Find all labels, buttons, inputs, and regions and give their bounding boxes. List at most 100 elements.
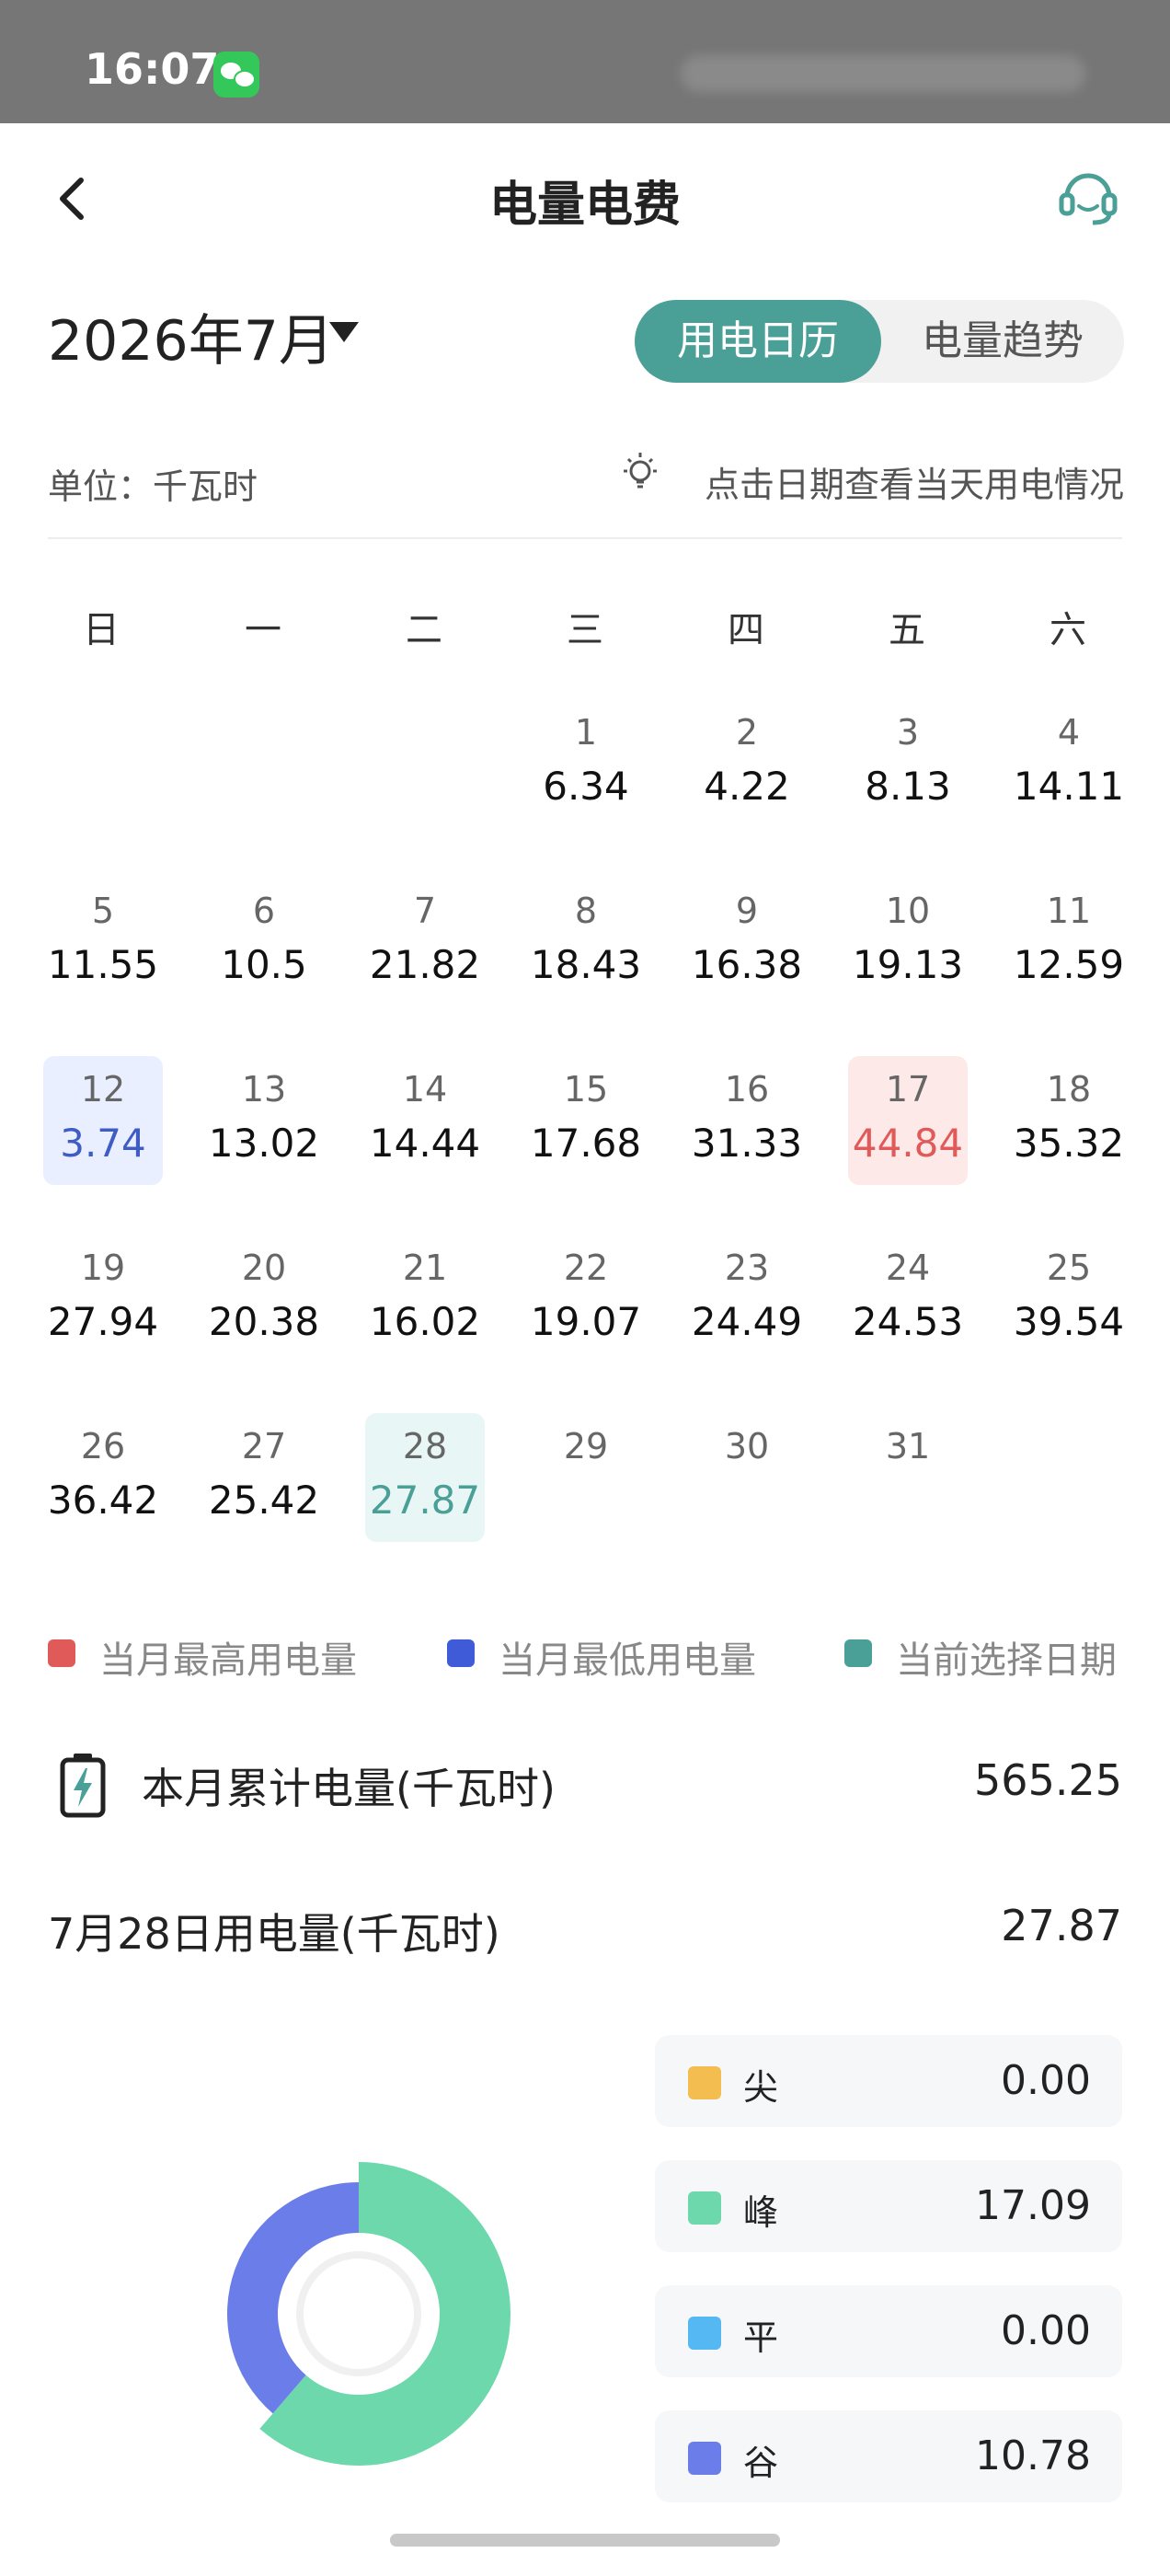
- calendar-day-value: 21.82: [369, 942, 481, 987]
- lightbulb-icon: [624, 453, 657, 489]
- calendar-day-value: 16.38: [691, 942, 803, 987]
- calendar-day-value: 39.54: [1013, 1299, 1125, 1344]
- calendar-day-value: 6.34: [543, 764, 629, 809]
- calendar-day[interactable]: 10 19.13: [848, 878, 968, 1006]
- calendar-day-value: 17.68: [530, 1121, 642, 1166]
- breakdown-name: 峰: [743, 2192, 779, 2233]
- calendar-day[interactable]: 20 20.38: [204, 1235, 324, 1363]
- weekday-tue: 二: [406, 609, 442, 651]
- calendar-day-number: 5: [91, 891, 115, 931]
- calendar-day-value: 31.33: [691, 1121, 803, 1166]
- calendar-day[interactable]: 24 24.53: [848, 1235, 968, 1363]
- calendar-day[interactable]: 2 4.22: [687, 699, 807, 828]
- breakdown-value: 10.78: [975, 2432, 1091, 2479]
- calendar-day-number: 28: [402, 1426, 448, 1466]
- calendar-day-number: 17: [885, 1069, 931, 1110]
- calendar-day-value: 24.53: [852, 1299, 964, 1344]
- calendar-day[interactable]: 5 11.55: [43, 878, 163, 1006]
- tab-calendar[interactable]: 用电日历: [635, 300, 881, 383]
- calendar-day-number: 7: [413, 891, 437, 931]
- selected-day-row: 7月28日用电量(千瓦时) 27.87: [48, 1897, 1122, 1961]
- calendar-day[interactable]: 27 25.42: [204, 1413, 324, 1542]
- calendar-day[interactable]: 30: [687, 1413, 807, 1542]
- weekday-thu: 四: [728, 609, 764, 651]
- status-blurred-area: [681, 55, 1085, 92]
- calendar-day-number: 15: [563, 1069, 609, 1110]
- calendar-day-number: 9: [735, 891, 759, 931]
- calendar-day[interactable]: 21 16.02: [365, 1235, 485, 1363]
- calendar-day-number: 29: [563, 1426, 609, 1466]
- selected-day-label: 7月28日用电量(千瓦时): [48, 1909, 500, 1959]
- calendar-day[interactable]: 11 12.59: [1009, 878, 1129, 1006]
- calendar-day-number: 20: [241, 1248, 287, 1288]
- battery-charging-icon: [60, 1754, 106, 1818]
- breakdown-value: 0.00: [1001, 2057, 1091, 2104]
- calendar-day-value: 27.94: [47, 1299, 159, 1344]
- calendar-day-value: 19.07: [530, 1299, 642, 1344]
- calendar-day-number: 1: [574, 712, 598, 753]
- calendar-day[interactable]: 26 36.42: [43, 1413, 163, 1542]
- calendar-day-number: 24: [885, 1248, 931, 1288]
- monthly-total-label: 本月累计电量(千瓦时): [142, 1764, 556, 1813]
- calendar-day[interactable]: 7 21.82: [365, 878, 485, 1006]
- wechat-icon: [213, 52, 259, 98]
- page-title: 电量电费: [488, 178, 681, 233]
- calendar-day[interactable]: 9 16.38: [687, 878, 807, 1006]
- headset-icon[interactable]: [1056, 164, 1120, 228]
- calendar-day-value: 3.74: [60, 1121, 146, 1166]
- calendar-day[interactable]: 19 27.94: [43, 1235, 163, 1363]
- donut-center: [296, 2251, 421, 2376]
- calendar-day[interactable]: 31: [848, 1413, 968, 1542]
- breakdown-item-valley: 谷 10.78: [655, 2410, 1122, 2502]
- calendar-day-number: 14: [402, 1069, 448, 1110]
- calendar-day-number: 31: [885, 1426, 931, 1466]
- calendar-day-number: 25: [1046, 1248, 1092, 1288]
- calendar-day[interactable]: 16 31.33: [687, 1056, 807, 1185]
- calendar-day[interactable]: 23 24.49: [687, 1235, 807, 1363]
- calendar-day-number: 3: [896, 712, 920, 753]
- calendar-day-value: 27.87: [369, 1478, 481, 1523]
- breakdown-swatch: [688, 2317, 721, 2350]
- legend-low-swatch: [447, 1639, 475, 1667]
- calendar-day-value: 36.42: [47, 1478, 159, 1523]
- calendar-day-number: 10: [885, 891, 931, 931]
- status-bar: 16:07: [0, 0, 1170, 123]
- calendar-day-value: 14.11: [1013, 764, 1125, 809]
- calendar-day[interactable]: 22 19.07: [526, 1235, 646, 1363]
- caret-down-icon[interactable]: [329, 322, 359, 342]
- breakdown-name: 谷: [743, 2443, 779, 2483]
- hint-text: 点击日期查看当天用电情况: [704, 465, 1124, 505]
- calendar-day[interactable]: 14 14.44: [365, 1056, 485, 1185]
- calendar-day-number: 4: [1057, 712, 1081, 753]
- calendar-day[interactable]: 25 39.54: [1009, 1235, 1129, 1363]
- monthly-total-row: 本月累计电量(千瓦时) 565.25: [48, 1752, 1122, 1818]
- calendar-day[interactable]: 4 14.11: [1009, 699, 1129, 828]
- calendar-day[interactable]: 18 35.32: [1009, 1056, 1129, 1185]
- breakdown-item-peak-sharp: 尖 0.00: [655, 2035, 1122, 2127]
- calendar-day[interactable]: 28 27.87: [365, 1413, 485, 1542]
- calendar-day[interactable]: 15 17.68: [526, 1056, 646, 1185]
- calendar-day-number: 8: [574, 891, 598, 931]
- legend-low-label: 当月最低用电量: [499, 1639, 756, 1682]
- calendar-day-number: 21: [402, 1248, 448, 1288]
- calendar-day[interactable]: 6 10.5: [204, 878, 324, 1006]
- home-indicator[interactable]: [390, 2534, 780, 2547]
- calendar-day[interactable]: 12 3.74: [43, 1056, 163, 1185]
- month-selector[interactable]: 2026年7月: [48, 296, 334, 376]
- calendar-day[interactable]: 13 13.02: [204, 1056, 324, 1185]
- legend-high-label: 当月最高用电量: [99, 1639, 357, 1682]
- calendar-day-value: 16.02: [369, 1299, 481, 1344]
- calendar-day[interactable]: 17 44.84: [848, 1056, 968, 1185]
- calendar-day-number: 22: [563, 1248, 609, 1288]
- calendar-day[interactable]: 1 6.34: [526, 699, 646, 828]
- calendar-day[interactable]: 3 8.13: [848, 699, 968, 828]
- calendar-day-value: 14.44: [369, 1121, 481, 1166]
- usage-donut-chart: [227, 2162, 510, 2466]
- calendar-day[interactable]: 8 18.43: [526, 878, 646, 1006]
- weekday-fri: 五: [889, 609, 925, 651]
- breakdown-name: 平: [743, 2317, 779, 2358]
- calendar-day-number: 23: [724, 1248, 770, 1288]
- tab-trend[interactable]: 电量趋势: [881, 300, 1124, 383]
- calendar-day-number: 13: [241, 1069, 287, 1110]
- calendar-day[interactable]: 29: [526, 1413, 646, 1542]
